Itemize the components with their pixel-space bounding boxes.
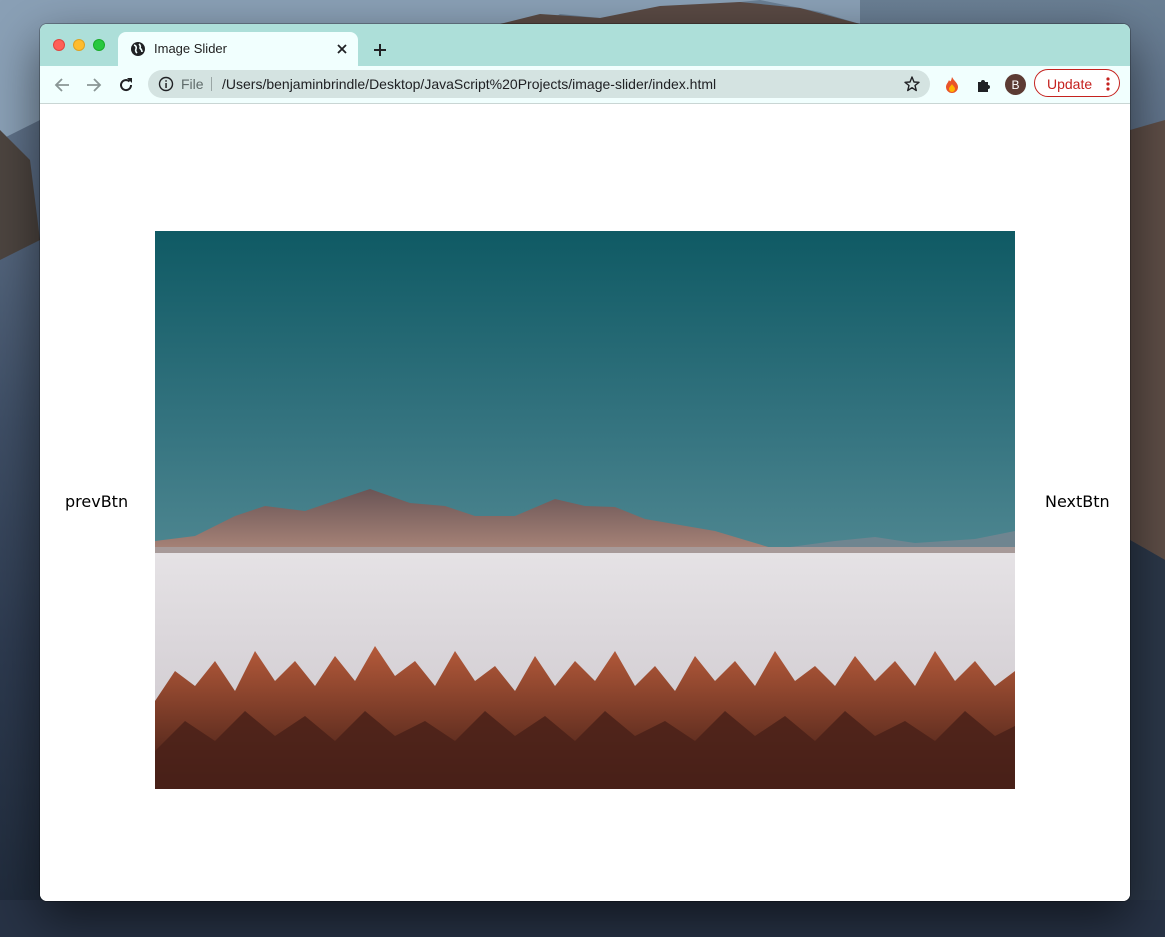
browser-toolbar: File /Users/benjaminbrindle/Desktop/Java…	[40, 66, 1130, 104]
new-tab-button[interactable]	[368, 38, 392, 62]
slider-image	[155, 231, 1015, 789]
tab-close-icon[interactable]	[332, 39, 352, 59]
reload-icon[interactable]	[115, 74, 137, 96]
url-text[interactable]: /Users/benjaminbrindle/Desktop/JavaScrip…	[222, 76, 716, 92]
update-label: Update	[1047, 76, 1093, 92]
omnibox-divider	[211, 77, 212, 91]
tab-title: Image Slider	[154, 41, 227, 56]
tab-image-slider[interactable]: Image Slider	[118, 32, 358, 66]
bookmark-star-icon[interactable]	[903, 75, 921, 93]
page-content: prevBtn NextBtn	[40, 104, 1130, 901]
globe-icon	[131, 42, 145, 56]
window-close-button[interactable]	[53, 39, 65, 51]
profile-avatar[interactable]: B	[1005, 74, 1026, 95]
window-minimize-button[interactable]	[73, 39, 85, 51]
next-button[interactable]: NextBtn	[1045, 492, 1110, 511]
tab-strip: Image Slider	[40, 24, 1130, 66]
fire-extension-icon[interactable]	[942, 75, 962, 95]
back-arrow-icon[interactable]	[51, 74, 73, 96]
extensions-puzzle-icon[interactable]	[974, 75, 994, 95]
forward-arrow-icon[interactable]	[83, 74, 105, 96]
address-bar[interactable]: File /Users/benjaminbrindle/Desktop/Java…	[148, 70, 930, 98]
more-menu-icon[interactable]	[1101, 76, 1115, 92]
info-icon[interactable]	[158, 76, 174, 92]
scheme-label: File	[181, 76, 204, 92]
update-button[interactable]: Update	[1034, 69, 1120, 97]
browser-window: Image Slider File /Users/benjaminbrindle…	[40, 24, 1130, 901]
prev-button[interactable]: prevBtn	[65, 492, 128, 511]
window-maximize-button[interactable]	[93, 39, 105, 51]
